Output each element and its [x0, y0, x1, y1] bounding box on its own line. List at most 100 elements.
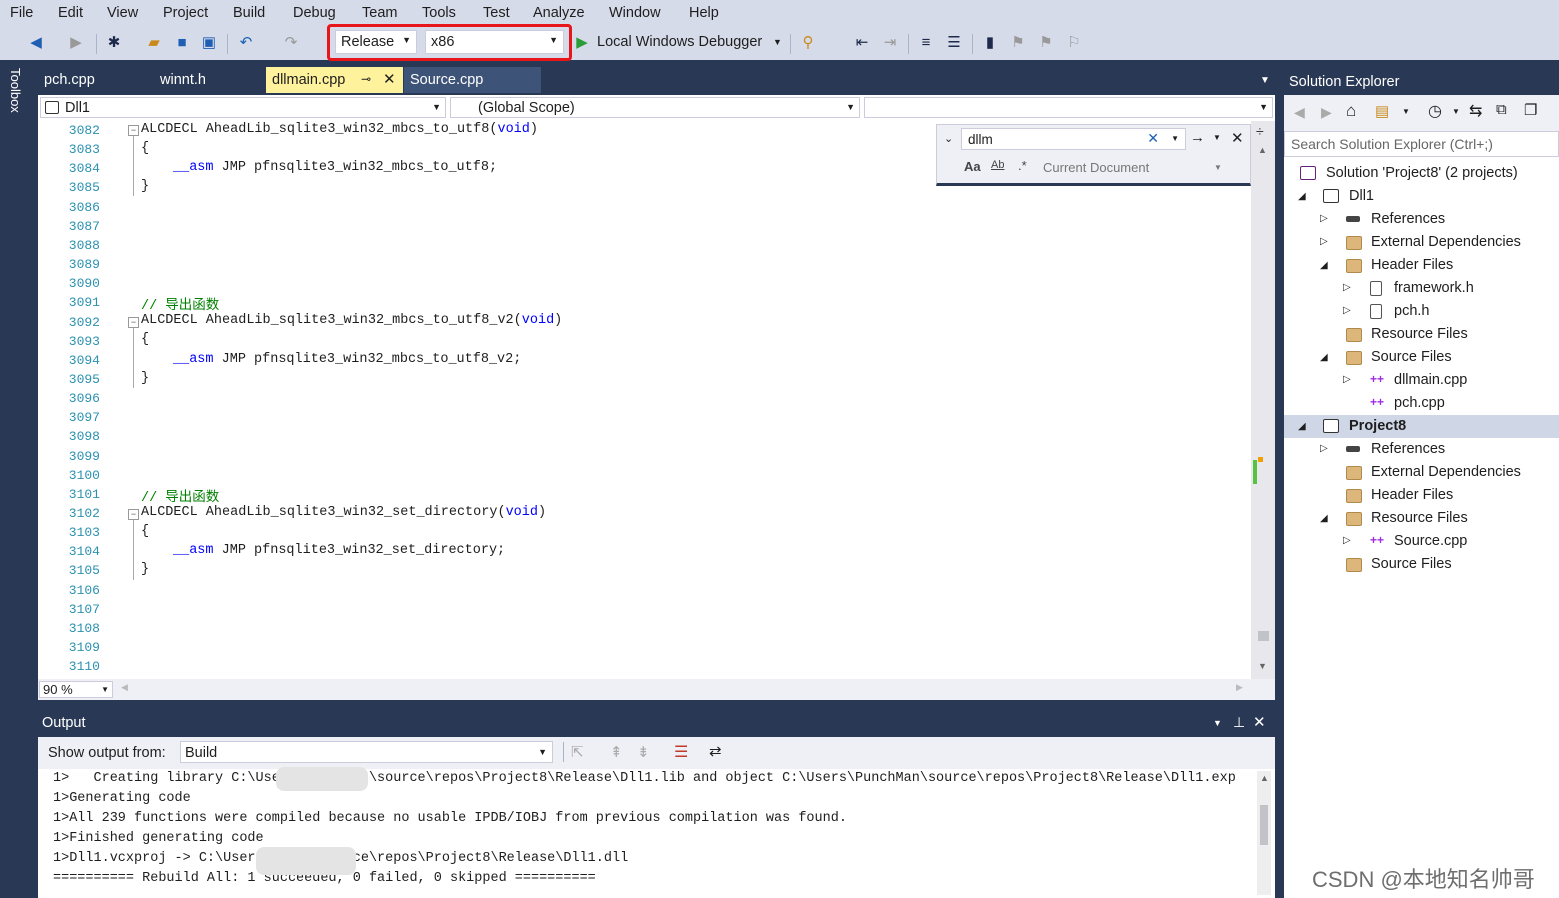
- editor-vertical-scrollbar[interactable]: ÷ ▲ ▼: [1251, 121, 1275, 679]
- tree-item-references[interactable]: ▷ References: [1284, 439, 1559, 461]
- scroll-down-icon[interactable]: ▼: [1258, 661, 1267, 671]
- find-input[interactable]: dllm ✕ ▼: [961, 128, 1186, 150]
- tree-item-source-files[interactable]: ◢ Source Files: [1284, 347, 1559, 369]
- start-debugger-button[interactable]: Local Windows Debugger: [597, 34, 762, 50]
- next-bookmark-icon[interactable]: ⚑: [1036, 33, 1056, 53]
- show-all-files-icon[interactable]: ❐: [1524, 101, 1537, 119]
- forward-icon[interactable]: ▶: [66, 33, 86, 53]
- comment-icon[interactable]: ≡: [916, 33, 936, 53]
- menu-file[interactable]: File: [10, 5, 33, 21]
- prev-message-icon[interactable]: ⇞: [610, 743, 623, 761]
- collapse-all-icon[interactable]: ⧉: [1496, 101, 1507, 118]
- collapsed-arrow-icon[interactable]: ▷: [1343, 374, 1351, 385]
- project-dropdown[interactable]: Dll1 ▼: [40, 97, 446, 118]
- close-icon[interactable]: ✕: [383, 70, 396, 88]
- save-icon[interactable]: ■: [172, 33, 192, 53]
- tree-item-references[interactable]: ▷ References: [1284, 209, 1559, 231]
- menu-edit[interactable]: Edit: [58, 5, 83, 21]
- menu-team[interactable]: Team: [362, 5, 397, 21]
- expanded-arrow-icon[interactable]: ◢: [1298, 191, 1306, 202]
- switch-views-icon[interactable]: ▤: [1375, 102, 1389, 120]
- find-scope[interactable]: Current Document: [1043, 160, 1149, 175]
- menu-project[interactable]: Project: [163, 5, 208, 21]
- menu-view[interactable]: View: [107, 5, 138, 21]
- tree-item-external-dependencies[interactable]: External Dependencies: [1284, 462, 1559, 484]
- back-icon[interactable]: ◀: [1294, 104, 1305, 121]
- step-over-icon[interactable]: ⇥: [880, 33, 900, 53]
- clear-bookmarks-icon[interactable]: ⚐: [1064, 33, 1084, 53]
- scroll-left-icon[interactable]: ◀: [121, 682, 128, 693]
- menu-test[interactable]: Test: [483, 5, 510, 21]
- tree-item-resource-files[interactable]: Resource Files: [1284, 324, 1559, 346]
- collapsed-arrow-icon[interactable]: ▷: [1320, 443, 1328, 454]
- toolbox-tab[interactable]: Toolbox: [8, 68, 23, 113]
- tab-pch-cpp[interactable]: pch.cpp: [38, 67, 148, 93]
- back-icon[interactable]: ◀: [26, 33, 46, 53]
- chevron-down-icon[interactable]: ▼: [1214, 163, 1222, 172]
- collapsed-arrow-icon[interactable]: ▷: [1343, 282, 1351, 293]
- tab-overflow-icon[interactable]: ▼: [1260, 75, 1270, 86]
- collapsed-arrow-icon[interactable]: ▷: [1343, 535, 1351, 546]
- tree-item-resource-files[interactable]: ◢ Resource Files: [1284, 508, 1559, 530]
- output-pane[interactable]: 1> Creating library C:\Use \source\repos…: [38, 767, 1275, 898]
- next-message-icon[interactable]: ⇟: [637, 743, 650, 761]
- output-scrollbar[interactable]: ▲: [1257, 771, 1271, 895]
- menu-help[interactable]: Help: [689, 5, 719, 21]
- sync-icon[interactable]: ⇆: [1469, 101, 1482, 121]
- tree-item-dll1[interactable]: ◢ Dll1: [1284, 186, 1559, 208]
- expanded-arrow-icon[interactable]: ◢: [1320, 352, 1328, 363]
- regex-icon[interactable]: .*: [1018, 158, 1027, 173]
- redo-icon[interactable]: ↷: [281, 33, 301, 53]
- scroll-up-icon[interactable]: ▲: [1258, 145, 1267, 155]
- find-in-files-icon[interactable]: ⚲: [798, 33, 818, 53]
- prev-bookmark-icon[interactable]: ⚑: [1008, 33, 1028, 53]
- tree-item-framework-h[interactable]: ▷ framework.h: [1284, 278, 1559, 300]
- expanded-arrow-icon[interactable]: ◢: [1320, 260, 1328, 271]
- word-wrap-icon[interactable]: ⇄: [709, 742, 722, 760]
- collapse-icon[interactable]: −: [128, 125, 139, 136]
- tree-item-solution[interactable]: Solution 'Project8' (2 projects): [1284, 163, 1559, 185]
- scroll-right-icon[interactable]: ▶: [1236, 682, 1243, 693]
- pin-icon[interactable]: ⊸: [361, 72, 371, 86]
- tree-item-source-cpp[interactable]: ▷ ++ Source.cpp: [1284, 531, 1559, 553]
- start-debug-icon[interactable]: ▶: [572, 33, 592, 53]
- tree-item-external-dependencies[interactable]: ▷ External Dependencies: [1284, 232, 1559, 254]
- tree-item-project8[interactable]: ◢ Project8: [1284, 415, 1559, 438]
- collapsed-arrow-icon[interactable]: ▷: [1320, 236, 1328, 247]
- home-icon[interactable]: ⌂: [1346, 101, 1356, 121]
- scroll-thumb[interactable]: [1260, 805, 1268, 845]
- open-file-icon[interactable]: ▰: [144, 33, 164, 53]
- tree-item-header-files[interactable]: Header Files: [1284, 485, 1559, 507]
- scroll-thumb[interactable]: [1258, 631, 1269, 641]
- code-editor[interactable]: 3082 3083 3084 3085 3086 3087 3088 3089 3090 3091…: [38, 121, 1251, 679]
- clear-icon[interactable]: ✕: [1147, 130, 1159, 147]
- split-icon[interactable]: ÷: [1256, 123, 1264, 139]
- tree-item-pch-h[interactable]: ▷ pch.h: [1284, 301, 1559, 323]
- scope-dropdown[interactable]: (Global Scope) ▼: [450, 97, 860, 118]
- expanded-arrow-icon[interactable]: ◢: [1320, 513, 1328, 524]
- collapse-icon[interactable]: −: [128, 509, 139, 520]
- menu-analyze[interactable]: Analyze: [533, 5, 585, 21]
- find-message-icon[interactable]: ⇱: [571, 743, 584, 761]
- close-icon[interactable]: ✕: [1231, 129, 1244, 147]
- expanded-arrow-icon[interactable]: ◢: [1298, 421, 1306, 432]
- tree-item-dllmain-cpp[interactable]: ▷ ++ dllmain.cpp: [1284, 370, 1559, 392]
- member-dropdown[interactable]: ▼: [864, 97, 1273, 118]
- undo-icon[interactable]: ↶: [236, 33, 256, 53]
- chevron-down-icon[interactable]: ▼: [1402, 107, 1410, 116]
- forward-icon[interactable]: ▶: [1321, 104, 1332, 121]
- chevron-down-icon[interactable]: ▼: [1213, 133, 1221, 142]
- close-icon[interactable]: ✕: [1253, 713, 1266, 731]
- tree-item-pch-cpp[interactable]: ++ pch.cpp: [1284, 393, 1559, 415]
- window-menu-icon[interactable]: ▼: [1213, 718, 1222, 728]
- tab-dllmain-cpp[interactable]: dllmain.cpp ⊸ ✕: [266, 67, 403, 93]
- tab-winnt-h[interactable]: winnt.h: [154, 67, 264, 93]
- clear-all-icon[interactable]: ☰: [674, 742, 688, 762]
- collapsed-arrow-icon[interactable]: ▷: [1343, 305, 1351, 316]
- scroll-up-icon[interactable]: ▲: [1260, 773, 1269, 783]
- expand-replace-icon[interactable]: ⌄: [944, 132, 953, 145]
- zoom-select[interactable]: 90 % ▼: [39, 681, 113, 698]
- step-icon[interactable]: ⇤: [852, 33, 872, 53]
- pin-icon[interactable]: ⊥: [1233, 714, 1245, 731]
- pending-changes-icon[interactable]: ◷: [1428, 101, 1442, 121]
